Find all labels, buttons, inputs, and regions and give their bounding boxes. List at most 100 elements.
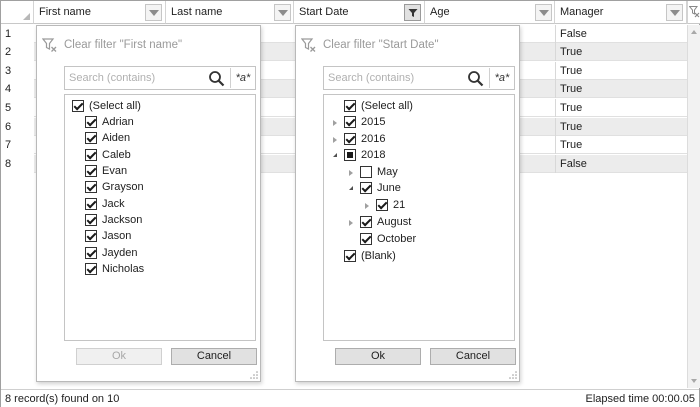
- checkbox[interactable]: [85, 263, 97, 275]
- checkbox[interactable]: [85, 165, 97, 177]
- item-label: Jack: [102, 198, 125, 210]
- expand-arrow-icon[interactable]: [333, 137, 337, 143]
- filter-dropdown-button[interactable]: [274, 4, 291, 21]
- item-label: June: [377, 182, 401, 194]
- item-label: (Blank): [361, 250, 396, 262]
- column-header-label: Start Date: [299, 6, 349, 18]
- record-count: 8 record(s) found on 10: [5, 393, 120, 405]
- row-number: 4: [5, 83, 12, 95]
- manager-cell[interactable]: True: [555, 118, 687, 136]
- column-header-first-name[interactable]: First name: [34, 1, 166, 24]
- checkbox[interactable]: [85, 230, 97, 242]
- chevron-down-icon: [539, 10, 549, 16]
- manager-cell[interactable]: False: [555, 25, 687, 43]
- wildcard-toggle-button[interactable]: *a*: [489, 68, 514, 88]
- filter-dropdown-button[interactable]: [666, 4, 683, 21]
- row-number: 1: [5, 28, 12, 40]
- checkbox[interactable]: [85, 247, 97, 259]
- filter-dropdown-button[interactable]: [535, 4, 552, 21]
- checkbox[interactable]: [360, 216, 372, 228]
- select-all-corner-icon: [23, 13, 30, 20]
- item-label: Jayden: [102, 247, 138, 259]
- clear-filter-icon: [301, 38, 316, 52]
- item-label: August: [377, 216, 412, 228]
- filter-funnel-icon: [408, 9, 418, 17]
- item-label: 2016: [361, 133, 386, 145]
- scroll-down-icon[interactable]: [691, 379, 697, 383]
- chevron-down-icon: [670, 10, 680, 16]
- row-number: 2: [5, 46, 12, 58]
- search-input[interactable]: Search (contains) *a*: [64, 66, 256, 90]
- expand-arrow-icon[interactable]: [333, 153, 337, 157]
- search-placeholder: Search (contains): [69, 72, 156, 84]
- wildcard-toggle-button[interactable]: *a*: [230, 68, 255, 88]
- item-label: Aiden: [102, 132, 131, 144]
- ok-button[interactable]: Ok: [76, 348, 162, 365]
- column-header-label: Manager: [560, 6, 604, 18]
- item-label: Grayson: [102, 181, 144, 193]
- filter-dropdown-button[interactable]: [145, 4, 162, 21]
- scroll-up-icon[interactable]: [691, 30, 697, 34]
- checkbox[interactable]: [85, 132, 97, 144]
- expand-arrow-icon[interactable]: [349, 170, 353, 176]
- checkbox[interactable]: [85, 214, 97, 226]
- item-label: 2018: [361, 149, 386, 161]
- filter-popup-first-name: Clear filter "First name" Search (contai…: [36, 25, 261, 382]
- filter-popup-start-date: Clear filter "Start Date" Search (contai…: [295, 25, 520, 382]
- expand-arrow-icon[interactable]: [349, 186, 353, 190]
- search-input[interactable]: Search (contains) *a*: [323, 66, 515, 90]
- manager-cell[interactable]: True: [555, 136, 687, 154]
- expand-arrow-icon[interactable]: [349, 220, 353, 226]
- checkbox[interactable]: [344, 116, 356, 128]
- cancel-button[interactable]: Cancel: [171, 348, 257, 365]
- manager-cell[interactable]: False: [555, 155, 687, 173]
- checkbox[interactable]: [85, 116, 97, 128]
- column-header-label: Age: [430, 6, 450, 18]
- manager-cell[interactable]: True: [555, 43, 687, 61]
- checkbox[interactable]: [360, 166, 372, 178]
- row-number: 8: [5, 158, 12, 170]
- column-header-start-date[interactable]: Start Date: [294, 1, 425, 24]
- item-label: October: [377, 233, 417, 245]
- checkbox[interactable]: [360, 182, 372, 194]
- checkbox[interactable]: [360, 233, 372, 245]
- checkbox[interactable]: [376, 199, 388, 211]
- checkbox[interactable]: [344, 149, 356, 161]
- ok-button[interactable]: Ok: [335, 348, 421, 365]
- resize-grip-icon[interactable]: [509, 371, 517, 379]
- elapsed-time: Elapsed time 00:00.05: [585, 393, 695, 405]
- manager-cell[interactable]: True: [555, 62, 687, 80]
- filter-active-button[interactable]: [404, 4, 421, 21]
- manager-cell[interactable]: True: [555, 99, 687, 117]
- search-icon[interactable]: [208, 70, 225, 87]
- expand-arrow-icon[interactable]: [365, 203, 369, 209]
- manager-cell[interactable]: True: [555, 80, 687, 98]
- checkbox[interactable]: [85, 198, 97, 210]
- column-header-age[interactable]: Age: [425, 1, 555, 24]
- checkbox[interactable]: [85, 149, 97, 161]
- expand-arrow-icon[interactable]: [333, 120, 337, 126]
- cancel-button[interactable]: Cancel: [430, 348, 516, 365]
- item-label: May: [377, 166, 398, 178]
- chevron-down-icon: [278, 10, 288, 16]
- grid-window: First name Last name Start Date Age Mana…: [0, 0, 700, 407]
- checkbox[interactable]: [344, 250, 356, 262]
- checkbox[interactable]: [344, 100, 356, 112]
- search-icon[interactable]: [467, 70, 484, 87]
- filter-values-list[interactable]: (Select all) Adrian Aiden Caleb Evan Gra…: [64, 94, 256, 341]
- column-header-manager[interactable]: Manager: [555, 1, 687, 24]
- column-header-last-name[interactable]: Last name: [166, 1, 294, 24]
- checkbox[interactable]: [85, 181, 97, 193]
- clear-filter-label: Clear filter "First name": [64, 39, 183, 51]
- status-bar: 8 record(s) found on 10 Elapsed time 00:…: [1, 389, 699, 407]
- clear-all-filters-button[interactable]: [687, 1, 700, 24]
- checkbox[interactable]: [72, 100, 84, 112]
- checkbox[interactable]: [344, 133, 356, 145]
- header-corner[interactable]: [1, 1, 34, 24]
- resize-grip-icon[interactable]: [250, 371, 258, 379]
- clear-filter-label: Clear filter "Start Date": [323, 39, 439, 51]
- item-label: Caleb: [102, 149, 131, 161]
- item-label: Adrian: [102, 116, 134, 128]
- vertical-scrollbar[interactable]: [687, 25, 700, 388]
- filter-values-tree[interactable]: (Select all) 2015 2016 2018 May June 21 …: [323, 94, 515, 341]
